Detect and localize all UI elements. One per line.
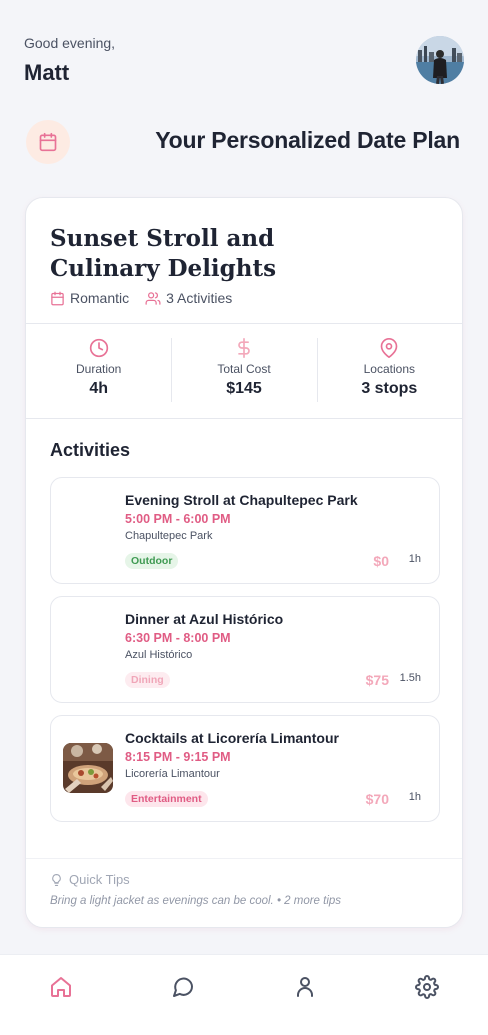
stat-value: 4h bbox=[89, 380, 108, 397]
avatar[interactable] bbox=[416, 36, 464, 84]
plan-heading: Your Personalized Date Plan bbox=[155, 127, 460, 153]
settings-icon bbox=[415, 975, 439, 999]
map-pin-icon bbox=[380, 338, 398, 358]
calendar-icon bbox=[39, 132, 57, 152]
activity-time: 6:30 PM - 8:00 PM bbox=[125, 631, 231, 645]
tips-text: Bring a light jacket as evenings can be … bbox=[50, 895, 342, 907]
stat-label: Total Cost bbox=[217, 362, 271, 376]
activity-place: Azul Histórico bbox=[125, 649, 193, 661]
activity-tag: Entertainment bbox=[125, 791, 208, 807]
plan-stats: Duration 4h Total Cost $145 Locations 3 … bbox=[26, 338, 462, 402]
activity-card[interactable]: Dinner at Azul Histórico 6:30 PM - 8:00 … bbox=[50, 596, 440, 703]
activity-duration: 1h bbox=[408, 791, 421, 803]
bottom-nav bbox=[0, 954, 488, 1035]
stat-label: Duration bbox=[75, 362, 122, 376]
stat-total-cost: Total Cost $145 bbox=[171, 338, 316, 402]
username: Matt bbox=[24, 60, 70, 85]
stat-duration: Duration 4h bbox=[26, 338, 171, 402]
greeting-text: Good evening, bbox=[24, 35, 116, 51]
chat-icon bbox=[173, 977, 193, 997]
activities-heading: Activities bbox=[50, 440, 131, 460]
plan-meta: Romantic 3 Activities bbox=[50, 290, 248, 306]
activity-name: Cocktails at Licorería Limantour bbox=[125, 730, 339, 746]
stat-value: $145 bbox=[226, 380, 262, 397]
home-icon bbox=[51, 977, 71, 997]
dollar-icon bbox=[238, 338, 250, 358]
clock-icon bbox=[89, 338, 108, 358]
stat-locations: Locations 3 stops bbox=[316, 338, 462, 402]
nav-chat[interactable] bbox=[122, 955, 244, 1035]
activity-place: Chapultepec Park bbox=[125, 530, 213, 542]
user-icon bbox=[297, 977, 313, 997]
activity-card[interactable]: Cocktails at Licorería Limantour 8:15 PM… bbox=[50, 715, 440, 822]
activity-place: Licorería Limantour bbox=[125, 768, 220, 780]
activity-duration: 1h bbox=[408, 553, 421, 565]
activity-time: 5:00 PM - 6:00 PM bbox=[125, 512, 231, 526]
stat-value: 3 stops bbox=[361, 380, 418, 397]
quick-tips[interactable]: Quick Tips Bring a light jacket as eveni… bbox=[26, 858, 462, 927]
nav-profile[interactable] bbox=[244, 955, 366, 1035]
activity-time: 8:15 PM - 9:15 PM bbox=[125, 750, 231, 764]
calendar-icon bbox=[51, 291, 64, 305]
divider bbox=[26, 418, 462, 419]
tips-title: Quick Tips bbox=[69, 872, 130, 887]
stat-label: Locations bbox=[363, 362, 415, 376]
nav-settings[interactable] bbox=[366, 955, 488, 1035]
activity-thumbnail bbox=[63, 743, 113, 793]
nav-home[interactable] bbox=[0, 955, 122, 1035]
users-icon bbox=[145, 291, 161, 305]
activity-cost: $70 bbox=[365, 791, 389, 807]
activity-cost: $0 bbox=[373, 553, 389, 569]
activity-cost: $75 bbox=[365, 672, 389, 688]
activity-tag: Dining bbox=[125, 672, 170, 688]
plan-activities-count: 3 Activities bbox=[166, 290, 233, 306]
activity-card[interactable]: Evening Stroll at Chapultepec Park 5:00 … bbox=[50, 477, 440, 584]
plan-title: Sunset Stroll and Culinary Delights bbox=[50, 225, 277, 282]
calendar-badge bbox=[26, 120, 70, 164]
plan-category: Romantic bbox=[70, 290, 130, 306]
date-plan-card: Sunset Stroll and Culinary Delights Roma… bbox=[25, 197, 463, 928]
lightbulb-icon bbox=[52, 873, 61, 886]
activity-duration: 1.5h bbox=[399, 672, 421, 684]
activity-name: Dinner at Azul Histórico bbox=[125, 611, 284, 627]
divider bbox=[26, 323, 462, 324]
activity-name: Evening Stroll at Chapultepec Park bbox=[125, 492, 358, 508]
activity-tag: Outdoor bbox=[125, 553, 179, 569]
